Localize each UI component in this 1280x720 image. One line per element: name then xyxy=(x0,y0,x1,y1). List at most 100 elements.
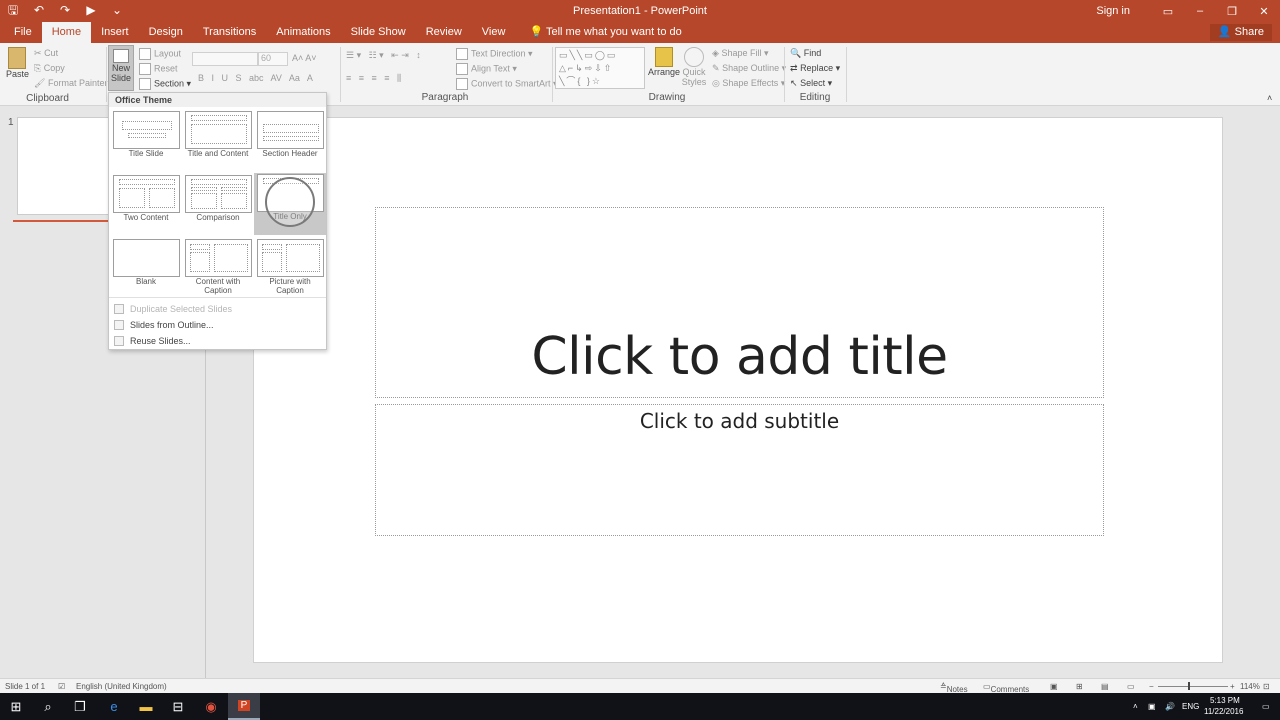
font-grow-shrink[interactable]: A˄ A˅ xyxy=(292,53,317,63)
close-icon[interactable]: ✕ xyxy=(1248,5,1280,18)
zoom-in-icon[interactable]: + xyxy=(1230,682,1235,691)
tab-insert[interactable]: Insert xyxy=(91,22,139,43)
spellcheck-icon[interactable]: ☑ xyxy=(58,682,65,691)
shape-outline-button[interactable]: ✎ Shape Outline ▾ xyxy=(712,63,786,74)
section-button[interactable]: Section ▾ xyxy=(139,78,191,90)
new-slide-button[interactable]: New Slide xyxy=(108,45,134,91)
convert-smartart-button[interactable]: Convert to SmartArt ▾ xyxy=(456,78,558,90)
windows-start-icon[interactable]: ⊞ xyxy=(0,693,32,720)
subtitle-placeholder-text: Click to add subtitle xyxy=(639,409,840,433)
powerpoint-taskbar-icon[interactable]: P xyxy=(228,693,260,720)
tab-review[interactable]: Review xyxy=(416,22,472,43)
tab-view[interactable]: View xyxy=(472,22,516,43)
format-painter-button[interactable]: 🖌 Format Painter xyxy=(34,78,107,89)
title-placeholder[interactable]: Click to add title xyxy=(375,207,1104,398)
restore-icon[interactable]: ❐ xyxy=(1216,5,1248,18)
zoom-slider-thumb[interactable] xyxy=(1188,682,1190,690)
font-format-row[interactable]: B I U S abc AV Aa A xyxy=(198,73,313,83)
volume-icon[interactable]: 🔊 xyxy=(1165,702,1175,711)
text-direction-button[interactable]: Text Direction ▾ xyxy=(456,48,533,60)
title-bar: 🖫 ↶ ↷ ▶ ⌄ Presentation1 - PowerPoint Sig… xyxy=(0,0,1280,22)
shape-fill-button[interactable]: ◈ Shape Fill ▾ xyxy=(712,48,769,59)
layout-section-header[interactable]: Section Header xyxy=(256,111,324,158)
reading-view-icon[interactable]: ▤ xyxy=(1101,682,1109,691)
quick-styles-button[interactable]: Quick Styles xyxy=(680,47,708,87)
task-view-icon[interactable]: ❐ xyxy=(64,693,96,720)
replace-label: Replace xyxy=(800,63,834,73)
clipboard-label: Clipboard xyxy=(26,93,69,104)
subtitle-placeholder[interactable]: Click to add subtitle xyxy=(375,404,1104,536)
paste-button[interactable]: Paste xyxy=(6,47,29,79)
tab-transitions[interactable]: Transitions xyxy=(193,22,266,43)
select-button[interactable]: ↖ Select ▾ xyxy=(790,78,832,89)
font-name-box[interactable] xyxy=(192,52,258,66)
copy-button[interactable]: ⎘ Copy xyxy=(34,63,65,74)
network-icon[interactable]: ▣ xyxy=(1148,702,1156,711)
layout-picture-with-caption[interactable]: Picture with Caption xyxy=(256,239,324,295)
reset-button[interactable]: Reset xyxy=(139,63,178,75)
normal-view-icon[interactable]: ▣ xyxy=(1050,682,1058,691)
zoom-level[interactable]: 114% xyxy=(1240,682,1260,691)
zoom-slider[interactable] xyxy=(1158,686,1228,687)
tab-animations[interactable]: Animations xyxy=(266,22,340,43)
slide-canvas[interactable]: Click to add title Click to add subtitle xyxy=(253,117,1223,663)
layout-comparison[interactable]: Comparison xyxy=(184,175,252,222)
clock-date[interactable]: 11/22/2016 xyxy=(1204,707,1243,716)
language-indicator[interactable]: English (United Kingdom) xyxy=(76,682,167,691)
file-explorer-icon[interactable]: ▬ xyxy=(130,693,162,720)
collapse-ribbon-icon[interactable]: ˄ xyxy=(1267,93,1272,103)
find-label: Find xyxy=(803,48,822,58)
layout-blank[interactable]: Blank xyxy=(112,239,180,286)
layout-title-and-content-preview xyxy=(184,111,252,149)
tab-home[interactable]: Home xyxy=(41,22,92,43)
slide-thumbnail[interactable] xyxy=(17,117,109,215)
shapes-gallery[interactable]: ▭╲╲▭◯▭ △⌐↳⇨⇩⇧ ╲⌒{ }☆ xyxy=(555,47,645,89)
share-button[interactable]: 👤 Share xyxy=(1209,24,1272,41)
input-language[interactable]: ENG xyxy=(1182,702,1199,711)
comments-button[interactable]: ▭ Comments xyxy=(983,682,1029,694)
notes-button[interactable]: ≙ Notes xyxy=(940,682,968,694)
clock-time[interactable]: 5:13 PM xyxy=(1210,696,1240,705)
layout-label: Title Slide xyxy=(128,149,164,158)
layout-label: Layout xyxy=(154,48,182,59)
layout-label: Content with Caption xyxy=(195,277,241,295)
minimize-icon[interactable]: – xyxy=(1184,5,1216,17)
chrome-icon[interactable]: ◉ xyxy=(195,693,227,720)
layout-content-with-caption[interactable]: Content with Caption xyxy=(184,239,252,295)
edge-browser-icon[interactable]: e xyxy=(98,693,130,720)
tab-design[interactable]: Design xyxy=(139,22,193,43)
alignment-buttons[interactable]: ≡ ≡ ≡ ≡ ⫼ xyxy=(346,73,401,84)
slide-sorter-icon[interactable]: ⊞ xyxy=(1076,682,1083,691)
sign-in-link[interactable]: Sign in xyxy=(1096,5,1130,17)
layout-button[interactable]: Layout xyxy=(139,48,181,60)
tray-chevron-icon[interactable]: ˄ xyxy=(1133,702,1138,711)
tell-me-box[interactable]: 💡 Tell me what you want to do xyxy=(515,22,681,43)
ribbon-tabs-row: File Home Insert Design Transitions Anim… xyxy=(0,22,1280,43)
shape-effects-button[interactable]: ◎ Shape Effects ▾ xyxy=(712,78,785,89)
list-buttons[interactable]: ☰ ▾ ☷ ▾ ⇤ ⇥ ↕ xyxy=(346,50,421,61)
tab-slide-show[interactable]: Slide Show xyxy=(341,22,416,43)
store-icon[interactable]: ⊟ xyxy=(162,693,194,720)
action-center-icon[interactable]: ▭ xyxy=(1262,702,1270,711)
search-icon[interactable]: ⌕ xyxy=(32,693,64,720)
find-button[interactable]: 🔍 Find xyxy=(790,48,821,59)
layout-title-slide[interactable]: Title Slide xyxy=(112,111,180,158)
arrange-button[interactable]: Arrange xyxy=(648,47,680,77)
zoom-out-icon[interactable]: − xyxy=(1149,682,1154,691)
layout-title-and-content[interactable]: Title and Content xyxy=(184,111,252,158)
tab-file[interactable]: File xyxy=(4,22,42,43)
align-text-button[interactable]: Align Text ▾ xyxy=(456,63,517,75)
ribbon-display-options-icon[interactable]: ▭ xyxy=(1152,5,1184,18)
format-painter-label: Format Painter xyxy=(47,78,108,88)
replace-button[interactable]: ⇄ Replace ▾ xyxy=(790,63,840,74)
font-size-box[interactable]: 60 xyxy=(258,52,288,66)
reuse-slides-item[interactable]: Reuse Slides... xyxy=(109,333,326,349)
quick-styles-icon xyxy=(684,47,704,67)
slides-from-outline-item[interactable]: Slides from Outline... xyxy=(109,317,326,333)
layout-two-content-preview xyxy=(112,175,180,213)
cut-button[interactable]: ✂ Cut xyxy=(34,48,58,59)
layout-two-content[interactable]: Two Content xyxy=(112,175,180,222)
fit-slide-icon[interactable]: ⊡ xyxy=(1263,682,1270,691)
brush-icon: 🖌 xyxy=(34,78,46,88)
slideshow-view-icon[interactable]: ▭ xyxy=(1127,682,1135,691)
